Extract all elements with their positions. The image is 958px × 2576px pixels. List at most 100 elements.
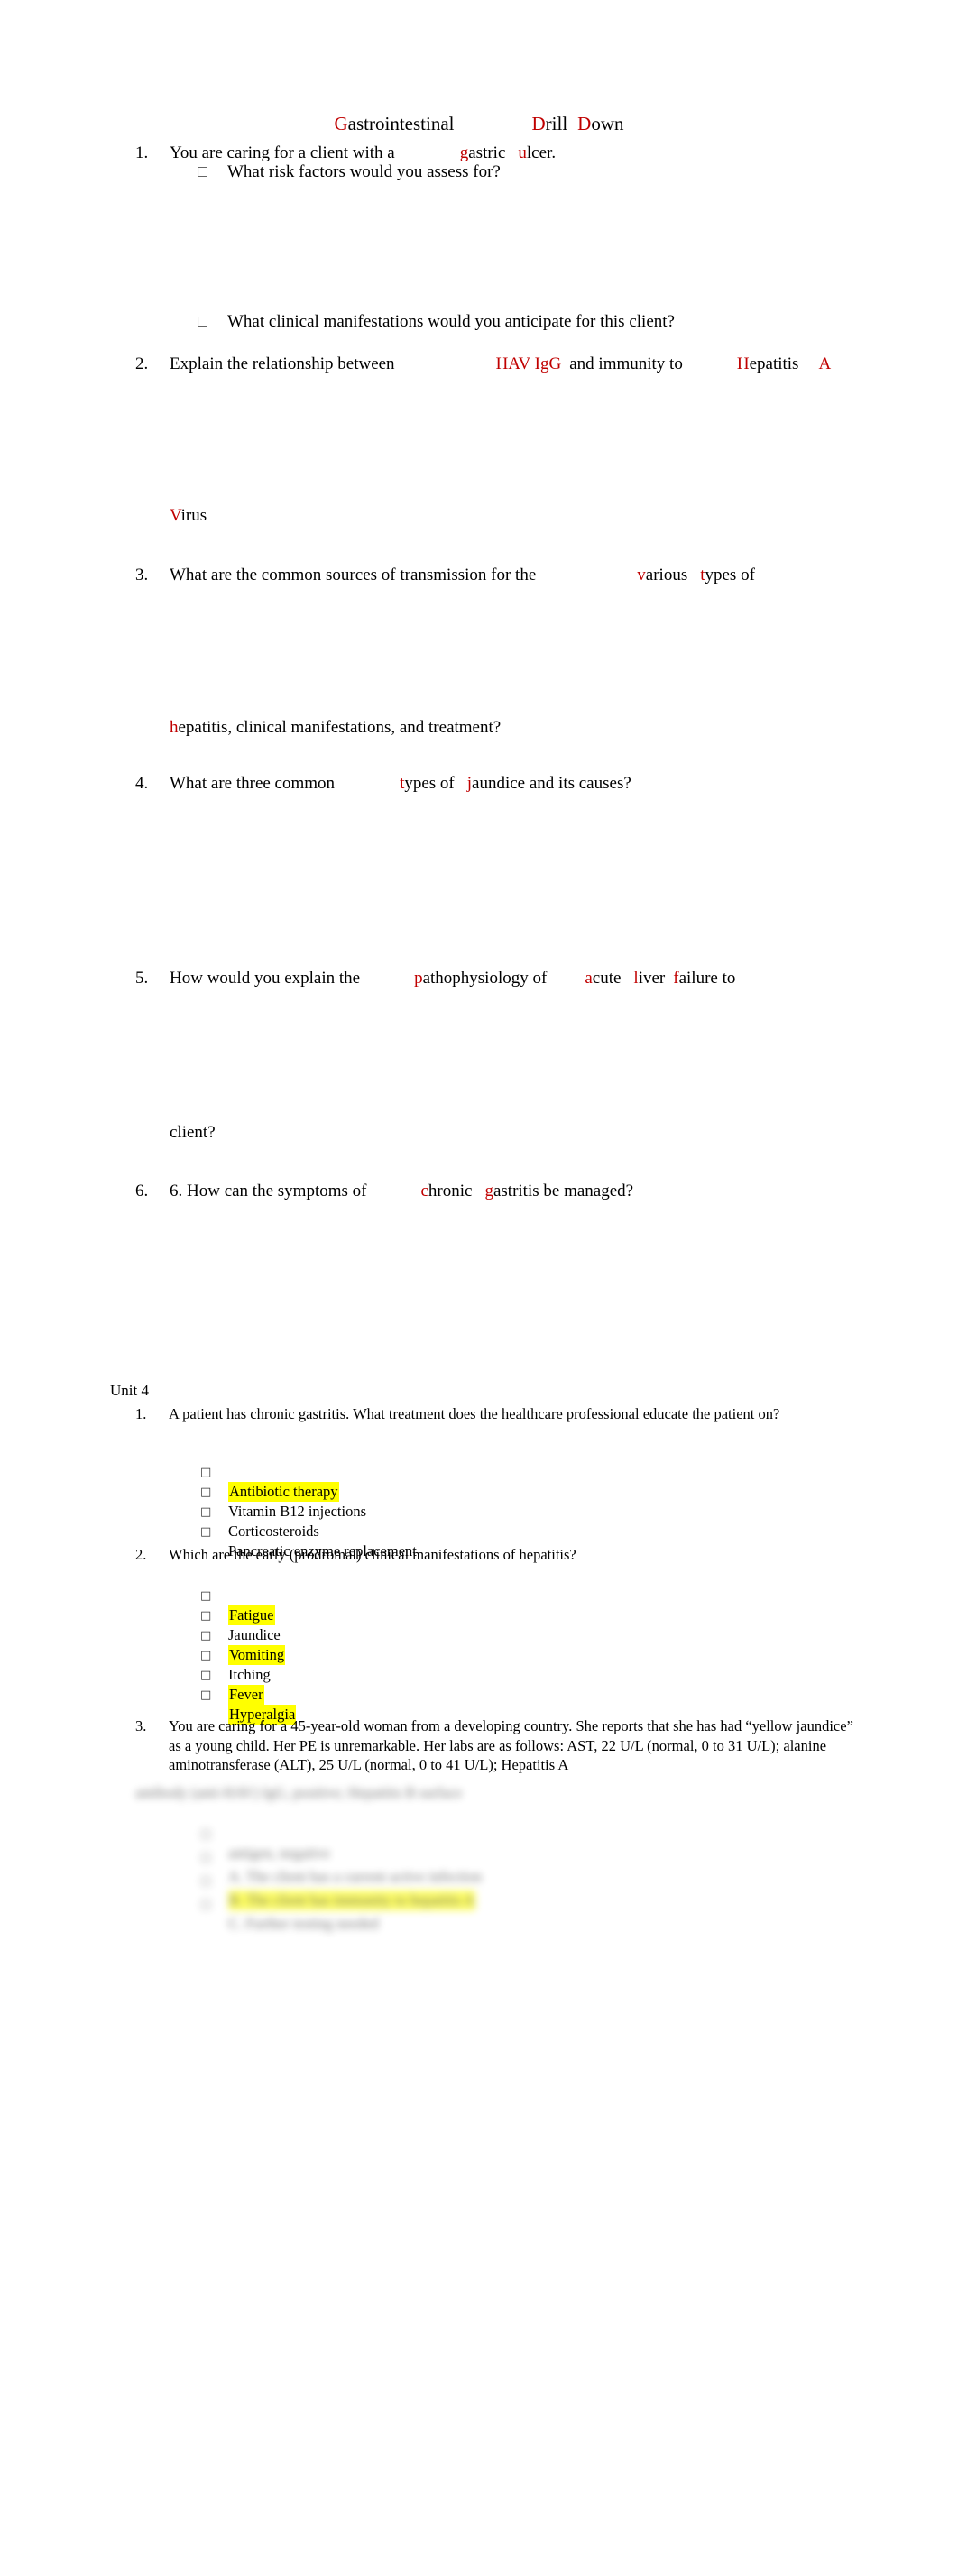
box-bullet-icon: □ — [197, 314, 209, 328]
unit4-question-1-number: 1. — [135, 1405, 147, 1422]
question-2-number: 2. — [135, 354, 149, 373]
q6-red-g: g — [484, 1182, 493, 1201]
unit4-q2-option-4-text: Itching — [228, 1666, 271, 1683]
box-bullet-icon: □ — [200, 1668, 212, 1682]
q4-types-of: ypes of — [404, 774, 455, 793]
question-5-text: How would you explain the pathophysiology… — [170, 967, 735, 989]
box-bullet-icon: □ — [200, 1504, 212, 1519]
q2-red-v: V — [170, 506, 181, 525]
unit4-question-3-stem: You are caring for a 45-year-old woman f… — [169, 1717, 853, 1773]
unit4-question-2-number: 2. — [135, 1546, 147, 1563]
unit4-question-2-stem: Which are the early (prodromal) clinical… — [169, 1546, 576, 1563]
q3-lead: What are the common sources of transmiss… — [170, 566, 537, 584]
box-bullet-icon: □ — [200, 1524, 212, 1539]
question-2: 2. Explain the relationship between HAV I… — [0, 353, 831, 443]
unit4-q1-option-2-text: Vitamin B12 injections — [228, 1503, 366, 1520]
q3-red-h: h — [170, 718, 179, 737]
q3-line2-rest: epatitis, clinical manifestations, and t… — [178, 718, 502, 737]
unit4-q2-option-1-text: Fatigue — [228, 1605, 275, 1625]
box-bullet-icon: □ — [200, 1688, 212, 1702]
question-5-number: 5. — [135, 969, 149, 988]
question-3-number: 3. — [135, 566, 149, 584]
question-6: 6. 6. How can the symptoms of chronic gast… — [0, 1180, 633, 1270]
q1-gastric: astric — [468, 143, 506, 162]
question-2-text: Explain the relationship between HAV IgG a… — [170, 353, 831, 375]
q2-hepatitis: epatitis — [749, 354, 799, 373]
q5-cute: cute — [592, 969, 622, 988]
q2-hav-igg: HAV IgG — [495, 354, 562, 373]
unit4-q1-option-1-text: Antibiotic therapy — [228, 1482, 339, 1502]
box-bullet-icon: □ — [200, 1897, 212, 1911]
q1-lead: You are caring for a client with a — [170, 143, 395, 162]
question-3-line-2: hepatitis, clinical manifestations, and … — [170, 716, 501, 739]
question-1-sub-1: □ What risk factors would you assess for… — [0, 161, 501, 251]
q1-ulcer: lcer. — [526, 143, 557, 162]
question-4-text: What are three common types of jaundice an… — [170, 772, 631, 795]
q2-red-a: A — [818, 354, 832, 373]
box-bullet-icon: □ — [200, 1608, 212, 1623]
q2-lead: Explain the relationship between — [170, 354, 395, 373]
unit-4-heading: Unit 4 — [110, 1382, 149, 1399]
question-5: 5. How would you explain the pathophysiol… — [0, 967, 735, 1057]
q2-virus: irus — [180, 506, 207, 525]
box-bullet-icon: □ — [200, 1628, 212, 1642]
q1-red-u: u — [518, 143, 527, 162]
title-initial-d2: D — [577, 113, 592, 134]
question-1-sub-2-text: What clinical manifestations would you a… — [227, 312, 675, 331]
question-3-text: What are the common sources of transmiss… — [170, 564, 755, 586]
q5-pathophys: athophysiology of — [422, 969, 548, 988]
q2-mid: and immunity to — [569, 354, 683, 373]
unit4-q2-option-5-text: Fever — [228, 1685, 264, 1705]
blurred-line-5: C. Further testing needed — [228, 1915, 379, 1932]
box-bullet-icon: □ — [197, 164, 209, 179]
blurred-line-3: A. The client has a current active infec… — [228, 1868, 482, 1885]
question-4-number: 4. — [135, 774, 149, 793]
q5-red-p: p — [414, 969, 423, 988]
question-1-number: 1. — [135, 143, 149, 162]
question-2-line-2: Virus — [170, 504, 207, 527]
obscured-answer-block: antibody (anti-HAV) IgG, positive; Hepat… — [135, 1783, 767, 1932]
box-bullet-icon: □ — [200, 1465, 212, 1479]
question-4: 4. What are three common types of jaundice… — [0, 772, 631, 862]
unit4-q2-option-2-text: Jaundice — [228, 1626, 281, 1643]
unit4-q1-option-3-text: Corticosteroids — [228, 1523, 319, 1540]
title-word-drill: rill — [545, 113, 568, 134]
q2-red-h: H — [736, 354, 750, 373]
blurred-line-1: antibody (anti-HAV) IgG, positive; Hepat… — [135, 1784, 463, 1801]
box-bullet-icon: □ — [200, 1588, 212, 1603]
title-word-down: own — [591, 113, 624, 134]
q3-various: arious — [645, 566, 688, 584]
q5-iver: iver — [638, 969, 666, 988]
q6-red-c: c — [420, 1182, 428, 1201]
box-bullet-icon: □ — [200, 1873, 212, 1888]
q4-lead: What are three common — [170, 774, 336, 793]
question-5-line-2: client? — [170, 1123, 216, 1142]
title-initial-g: G — [334, 113, 348, 134]
question-6-number: 6. — [135, 1182, 149, 1201]
box-bullet-icon: □ — [200, 1826, 212, 1841]
q5-lead: How would you explain the — [170, 969, 361, 988]
document-page: Gastrointestinal Drill Down 1. You are car… — [0, 0, 958, 2576]
q6-lead: 6. How can the symptoms of — [170, 1182, 367, 1201]
unit4-q2-option-3-text: Vomiting — [228, 1645, 286, 1665]
blurred-line-4: B. The client has immunity to hepatitis … — [228, 1891, 475, 1910]
q5-red-a: a — [585, 969, 593, 988]
q3-types-of: ypes of — [705, 566, 755, 584]
title-initial-d1: D — [531, 113, 546, 134]
q6-astritis: astritis be managed? — [493, 1182, 634, 1201]
box-bullet-icon: □ — [200, 1850, 212, 1864]
question-1-sub-1-text: What risk factors would you assess for? — [227, 162, 501, 181]
unit4-q2-option-6[interactable]: □ Hyperalgia — [0, 1666, 297, 1743]
q5-ailure: ailure to — [678, 969, 736, 988]
box-bullet-icon: □ — [200, 1648, 212, 1662]
title-word-gastrointestinal: astrointestinal — [347, 113, 455, 134]
unit4-question-1-stem: A patient has chronic gastritis. What tr… — [169, 1405, 780, 1422]
blurred-line-2: antigen, negative — [228, 1845, 330, 1862]
box-bullet-icon: □ — [200, 1485, 212, 1499]
q1-red-g: g — [459, 143, 469, 162]
page-title: Gastrointestinal Drill Down — [0, 112, 958, 135]
q3-red-v: v — [637, 566, 646, 584]
question-6-text: 6. How can the symptoms of chronic gastrit… — [170, 1180, 633, 1202]
question-3: 3. What are the common sources of transm… — [0, 564, 755, 654]
q6-hronic: hronic — [428, 1182, 473, 1201]
